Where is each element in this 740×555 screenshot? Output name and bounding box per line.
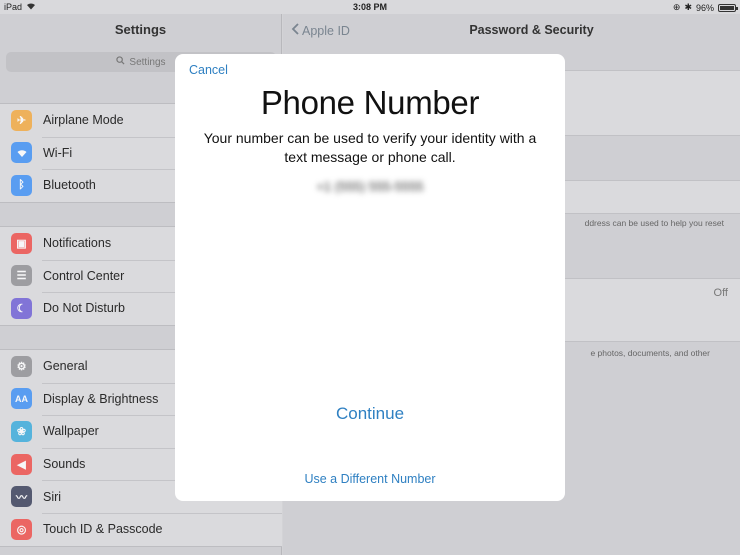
dialog-description: Your number can be used to verify your i… (203, 130, 537, 165)
sidebar-item-label: Sounds (43, 457, 86, 472)
wifi-icon (11, 142, 32, 164)
phone-number-value: +1 (555) 555-5555 (316, 179, 424, 194)
siri-icon: 〰 (11, 486, 32, 508)
wallpaper-icon: ❀ (11, 420, 32, 442)
sidebar-item-label: Bluetooth (43, 178, 96, 193)
status-bar: iPad 3:08 PM ⊕ ✱ 96% (0, 0, 740, 14)
display-icon: AA (11, 388, 32, 410)
sidebar-item-label: Touch ID & Passcode (43, 522, 163, 537)
sidebar-item-label: Control Center (43, 268, 125, 283)
moon-icon: ☾ (11, 297, 32, 319)
sidebar-item-label: Do Not Disturb (43, 301, 125, 316)
use-different-number-link[interactable]: Use a Different Number (175, 472, 565, 486)
fingerprint-icon: ◎ (11, 518, 32, 540)
sidebar-item-label: General (43, 359, 88, 374)
airplane-icon: ✈ (11, 109, 32, 131)
gear-icon: ⚙ (11, 355, 32, 377)
detail-footnote: e photos, documents, and other (590, 348, 710, 358)
control-center-icon: ☰ (11, 265, 32, 287)
sidebar-item-label: Notifications (43, 236, 112, 251)
cancel-button[interactable]: Cancel (189, 63, 228, 77)
battery-icon (718, 3, 738, 12)
bluetooth-status-icon: ✱ (684, 2, 692, 12)
bluetooth-icon: ᛒ (11, 174, 32, 196)
clock: 3:08 PM (352, 2, 387, 12)
search-icon (116, 56, 125, 68)
sidebar-title: Settings (114, 22, 167, 37)
phone-number-dialog: Cancel Phone Number Your number can be u… (175, 54, 565, 501)
sidebar-item-label: Siri (43, 489, 62, 504)
sounds-icon: ◀ (11, 453, 32, 475)
battery-percent: 96% (695, 2, 714, 13)
search-placeholder: Settings (129, 56, 166, 68)
dialog-title: Phone Number (260, 84, 480, 121)
sidebar-item-touch-id[interactable]: ◎ Touch ID & Passcode (0, 512, 282, 546)
sidebar-item-label: Wi-Fi (43, 145, 73, 160)
notifications-icon: ▣ (11, 232, 32, 254)
sidebar-item-label: Airplane Mode (43, 113, 124, 128)
orientation-lock-icon: ⊕ (672, 2, 681, 12)
page-title: Password & Security (469, 23, 594, 37)
nav-bar: Apple ID Password & Security (283, 14, 740, 48)
sidebar-item-label: Display & Brightness (43, 391, 159, 406)
toggle-value[interactable]: Off (714, 287, 728, 299)
detail-footnote: ddress can be used to help you reset (584, 218, 724, 228)
sidebar-item-label: Wallpaper (43, 424, 99, 439)
continue-button[interactable]: Continue (175, 404, 565, 424)
